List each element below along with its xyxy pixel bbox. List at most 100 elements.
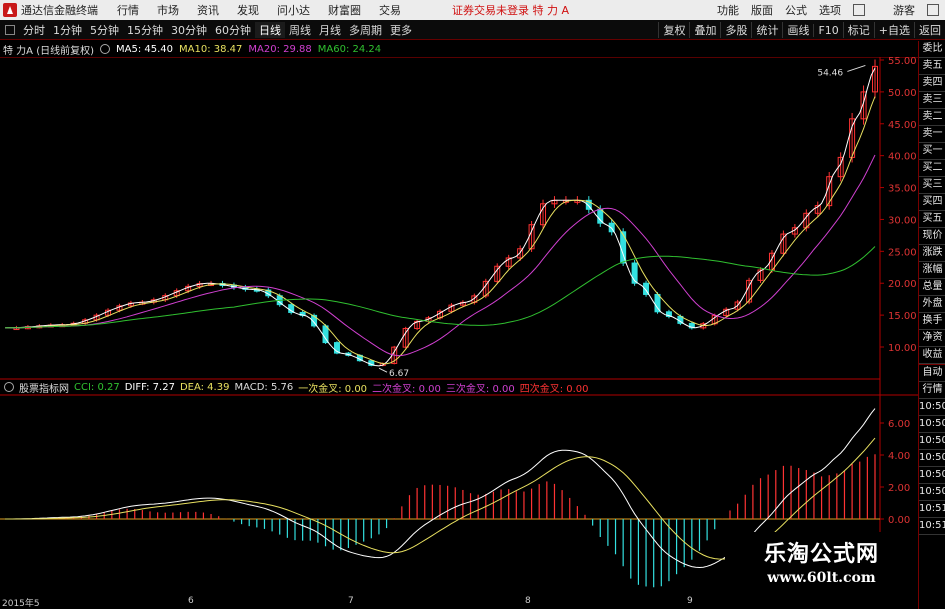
tab-weekly[interactable]: 周线 [285,22,315,38]
btn-f10[interactable]: F10 [813,23,842,37]
low-marker [378,367,388,373]
quote-label: 现价 [919,228,945,245]
tab-15min[interactable]: 15分钟 [123,22,167,38]
btn-draw[interactable]: 画线 [782,22,813,38]
menu-item-market[interactable]: 行情 [117,2,139,18]
login-alert[interactable]: 证券交易未登录 特 力 A [452,2,569,18]
menu-function[interactable]: 功能 [717,2,739,18]
tab-30min[interactable]: 30分钟 [167,22,211,38]
high-label: 54.46 [817,68,843,78]
macd-tick-label: 2.00 [888,483,910,494]
btn-mark[interactable]: 标记 [842,22,874,38]
tab-more[interactable]: 更多 [386,22,416,38]
quote-label: 买四 [919,194,945,211]
price-tick-label: 30.00 [888,215,917,226]
candle-body [654,293,661,313]
menu-options[interactable]: 选项 [819,2,841,18]
btn-multi-stock[interactable]: 多股 [720,22,751,38]
settings-icon[interactable] [100,44,111,54]
window-minimize-icon[interactable] [927,4,939,16]
watermark-url: www.60lt.com [767,570,876,586]
btn-back[interactable]: 返回 [914,22,945,38]
tick-time[interactable]: 10:50 [919,416,945,433]
quote-label: 总量 [919,279,945,296]
price-tick-label: 25.00 [888,247,917,258]
low-label: 6.67 [389,369,409,379]
quote-label: 卖五 [919,58,945,75]
tab-intraday[interactable]: 分时 [19,22,49,38]
quote-label: 换手 [919,313,945,330]
price-tick-label: 10.00 [888,343,917,354]
tab-multi-period[interactable]: 多周期 [345,22,386,38]
period-tab-bar: 分时 1分钟 5分钟 15分钟 30分钟 60分钟 日线 周线 月线 多周期 更… [0,20,945,40]
date-tick: 2015年5 [2,599,40,609]
app-logo-icon [3,3,17,17]
menu-formula[interactable]: 公式 [785,2,807,18]
tab-1min[interactable]: 1分钟 [49,22,86,38]
ma20-line [4,154,876,357]
date-tick: 9 [687,596,693,606]
tab-monthly[interactable]: 月线 [315,22,345,38]
tick-time[interactable]: 10:50 [919,399,945,416]
btn-add-watchlist[interactable]: +自选 [873,22,914,38]
price-tick-label: 45.00 [888,120,917,131]
menu-item-trade[interactable]: 交易 [379,2,401,18]
quote-panel: 委比 卖五 卖四 卖三 卖二 卖一 买一 买二 买三 买四 买五 现价 涨跌 涨幅 总量 外盘 换手 净资 收益 自… [918,41,945,609]
macd-tick-label: 0.00 [888,515,910,526]
quote-label: 外盘 [919,296,945,313]
date-tick: 7 [348,596,354,606]
watermark-title: 乐淘公式网 [763,542,879,567]
date-axis: 2015年5 6 7 8 9 [0,596,918,609]
menu-item-discover[interactable]: 发现 [237,2,259,18]
tick-time[interactable]: 10:50 [919,484,945,501]
ma5-label: MA5: 45.40 [116,43,174,55]
menu-item-wealth[interactable]: 财富圈 [328,2,361,18]
candle-body [322,325,329,344]
quote-label: 买二 [919,160,945,177]
tick-time[interactable]: 自动 [919,365,945,382]
menu-bar: 通达信金融终端 行情 市场 资讯 发现 问小达 财富圈 交易 证券交易未登录 特… [0,0,945,20]
price-chart: 54.46 6.67 [0,57,918,596]
ma5-line [4,67,876,367]
grid-icon[interactable] [5,24,15,35]
menu-layout[interactable]: 版面 [751,2,773,18]
window-square-icon[interactable] [853,4,865,16]
price-tick-label: 35.00 [888,184,917,195]
tick-time[interactable]: 10:50 [919,450,945,467]
watermark: 乐淘公式网 www.60lt.com [725,532,918,596]
price-tick-label: 50.00 [888,88,917,99]
btn-statistics[interactable]: 统计 [751,22,782,38]
ma60-label: MA60: 24.24 [317,43,382,55]
tick-time[interactable]: 10:50 [919,433,945,450]
quote-label: 净资 [919,330,945,347]
guest-label[interactable]: 游客 [893,2,915,18]
tick-time[interactable]: 10:51 [919,501,945,518]
quote-label: 涨幅 [919,262,945,279]
ma10-label: MA10: 38.47 [179,43,243,55]
chart-area[interactable]: 54.46 6.67 55.00 50.00 45.00 40.00 35.00 30.00… [0,57,918,596]
ma20-label: MA20: 29.88 [248,43,312,55]
tab-5min[interactable]: 5分钟 [86,22,123,38]
quote-label: 卖一 [919,126,945,143]
btn-overlay[interactable]: 叠加 [689,22,720,38]
price-tick-label: 40.00 [888,152,917,163]
macd-tick-label: 4.00 [888,451,910,462]
tick-time[interactable]: 10:50 [919,467,945,484]
tab-60min[interactable]: 60分钟 [211,22,255,38]
app-title: 通达信金融终端 [21,4,98,17]
quote-label: 买一 [919,143,945,160]
tick-time[interactable]: 行情 [919,382,945,399]
quote-label: 委比 [919,41,945,58]
price-axis: 55.00 50.00 45.00 40.00 35.00 30.00 25.00 20.00… [880,57,917,526]
date-tick: 8 [525,596,531,606]
quote-label: 卖三 [919,92,945,109]
menu-item-markets[interactable]: 市场 [157,2,179,18]
tick-time[interactable]: 10:51 [919,518,945,535]
menu-item-news[interactable]: 资讯 [197,2,219,18]
price-tick-label: 20.00 [888,279,917,290]
menu-item-ask[interactable]: 问小达 [277,2,310,18]
main-chart-legend: 特 力A (日线前复权) MA5: 45.40 MA10: 38.47 MA20… [0,41,870,57]
tab-daily[interactable]: 日线 [255,21,285,38]
btn-adjust[interactable]: 复权 [658,22,689,38]
quote-label: 收益 [919,347,945,364]
